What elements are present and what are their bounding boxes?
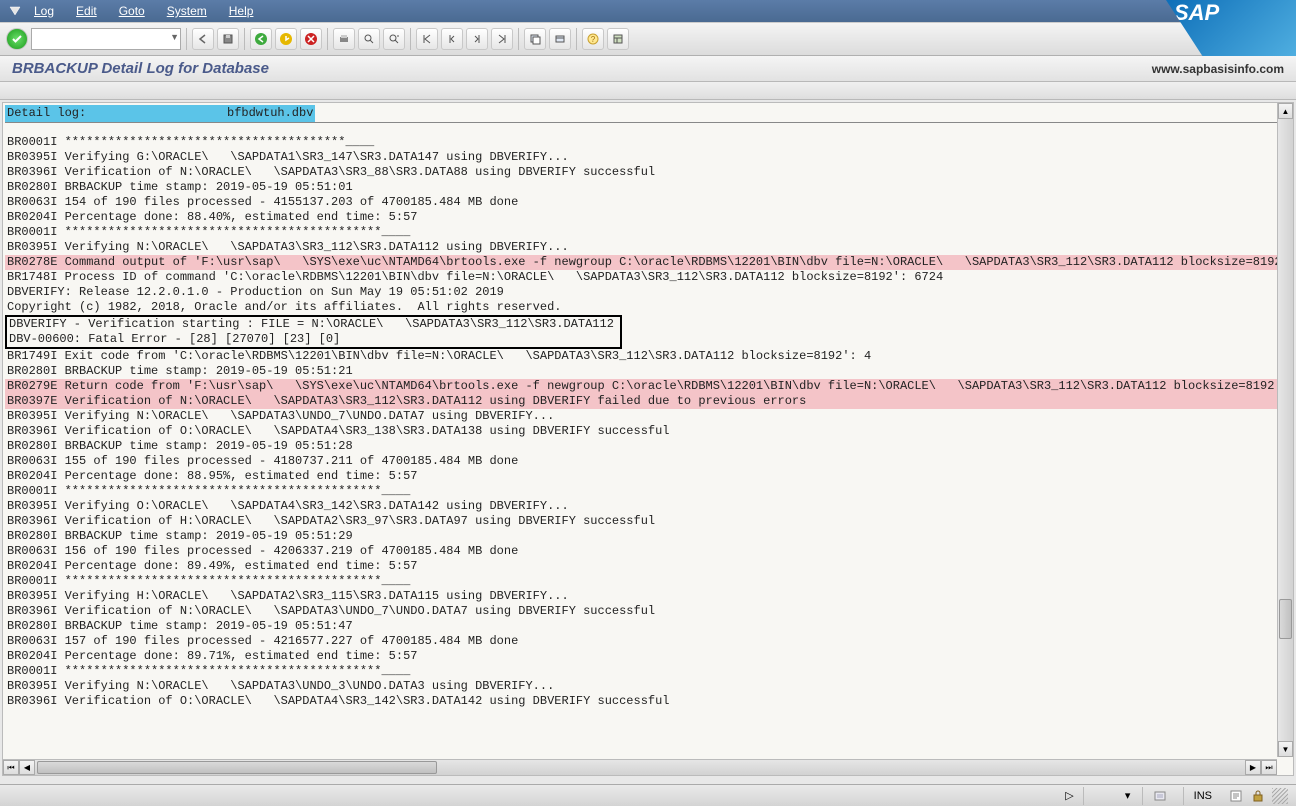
- menu-edit[interactable]: Edit: [66, 2, 107, 20]
- cancel-button[interactable]: [300, 28, 322, 50]
- app-menu-icon[interactable]: [8, 4, 22, 18]
- title-bar: BRBACKUP Detail Log for Database www.sap…: [0, 56, 1296, 82]
- log-line: BR0001I ********************************…: [5, 484, 1277, 499]
- message-dropdown-icon[interactable]: ▷: [1061, 788, 1077, 804]
- log-line: DBV-00600: Fatal Error - [28] [27070] [2…: [7, 332, 616, 347]
- scroll-thumb-h[interactable]: [37, 761, 437, 774]
- log-line: BR0001I ********************************…: [5, 664, 1277, 679]
- scroll-right-icon[interactable]: ▶: [1245, 760, 1261, 775]
- log-line: BR0395I Verifying O:\ORACLE\ \SAPDATA4\S…: [5, 499, 1277, 514]
- status-system: [1083, 787, 1113, 805]
- scroll-left-icon[interactable]: ◀: [19, 760, 35, 775]
- log-line: BR0395I Verifying G:\ORACLE\ \SAPDATA1\S…: [5, 150, 1277, 165]
- back-button[interactable]: [192, 28, 214, 50]
- insert-mode: INS: [1183, 787, 1222, 805]
- layout-button[interactable]: [607, 28, 629, 50]
- log-line: BR0395I Verifying H:\ORACLE\ \SAPDATA2\S…: [5, 589, 1277, 604]
- resize-grip[interactable]: [1272, 788, 1288, 804]
- log-line: BR0280I BRBACKUP time stamp: 2019-05-19 …: [5, 180, 1277, 195]
- new-session-button[interactable]: [524, 28, 546, 50]
- log-header: Detail log: bfbdwtuh.dbv: [5, 105, 1277, 123]
- log-line: BR0204I Percentage done: 89.49%, estimat…: [5, 559, 1277, 574]
- menu-log[interactable]: Log: [24, 2, 64, 20]
- last-page-button[interactable]: [491, 28, 513, 50]
- system-dropdown-icon[interactable]: ▾: [1120, 788, 1136, 804]
- print-button[interactable]: [333, 28, 355, 50]
- log-line: BR0397E Verification of N:\ORACLE\ \SAPD…: [5, 394, 1277, 409]
- log-line: BR0063I 156 of 190 files processed - 420…: [5, 544, 1277, 559]
- command-field-wrap: ▼: [31, 28, 181, 50]
- command-field[interactable]: [31, 28, 181, 50]
- log-line: DBVERIFY: Release 12.2.0.1.0 - Productio…: [5, 285, 1277, 300]
- log-line: BR0001I ********************************…: [5, 574, 1277, 589]
- shortcut-button[interactable]: [549, 28, 571, 50]
- script-icon[interactable]: [1228, 788, 1244, 804]
- log-line: BR0396I Verification of N:\ORACLE\ \SAPD…: [5, 165, 1277, 180]
- log-line: BR0204I Percentage done: 88.95%, estimat…: [5, 469, 1277, 484]
- log-line: BR1748I Process ID of command 'C:\oracle…: [5, 270, 1277, 285]
- log-container: Detail log: bfbdwtuh.dbv BR0001I *******…: [5, 105, 1277, 757]
- enter-button[interactable]: [6, 28, 28, 50]
- log-line: BR0001I ********************************…: [5, 225, 1277, 240]
- standard-toolbar: ▼ ?: [0, 22, 1296, 56]
- page-title: BRBACKUP Detail Log for Database: [12, 60, 269, 77]
- log-line: BR1749I Exit code from 'C:\oracle\RDBMS\…: [5, 349, 1277, 364]
- detail-log-filename: bfbdwtuh.dbv: [225, 105, 315, 122]
- horizontal-scrollbar[interactable]: ⏮ ◀ ▶ ⏭: [3, 759, 1277, 775]
- log-line: BR0278E Command output of 'F:\usr\sap\ \…: [5, 255, 1277, 270]
- log-line: BR0063I 154 of 190 files processed - 415…: [5, 195, 1277, 210]
- app-toolbar: [0, 82, 1296, 100]
- next-page-button[interactable]: [466, 28, 488, 50]
- save-button[interactable]: [217, 28, 239, 50]
- prev-page-button[interactable]: [441, 28, 463, 50]
- find-button[interactable]: [358, 28, 380, 50]
- log-line: BR0280I BRBACKUP time stamp: 2019-05-19 …: [5, 364, 1277, 379]
- status-bar: ▷ ▾ INS: [0, 784, 1296, 806]
- watermark-text: www.sapbasisinfo.com: [1152, 62, 1284, 76]
- log-line: DBVERIFY - Verification starting : FILE …: [7, 317, 616, 332]
- log-line: BR0395I Verifying N:\ORACLE\ \SAPDATA3\S…: [5, 240, 1277, 255]
- lock-icon: [1250, 788, 1266, 804]
- detail-log-label: Detail log:: [5, 105, 225, 122]
- log-line: BR0279E Return code from 'F:\usr\sap\ \S…: [5, 379, 1277, 394]
- menu-system[interactable]: System: [157, 2, 217, 20]
- log-line: BR0204I Percentage done: 88.40%, estimat…: [5, 210, 1277, 225]
- scroll-right-last-icon[interactable]: ⏭: [1261, 760, 1277, 775]
- exit-button[interactable]: [275, 28, 297, 50]
- log-line: BR0063I 157 of 190 files processed - 421…: [5, 634, 1277, 649]
- log-line: BR0395I Verifying N:\ORACLE\ \SAPDATA3\U…: [5, 679, 1277, 694]
- scroll-track[interactable]: [1278, 119, 1293, 741]
- back-green-button[interactable]: [250, 28, 272, 50]
- scroll-up-icon[interactable]: ▲: [1278, 103, 1293, 119]
- scroll-thumb[interactable]: [1279, 599, 1292, 639]
- scroll-left-first-icon[interactable]: ⏮: [3, 760, 19, 775]
- scroll-track-h[interactable]: [35, 760, 1245, 775]
- log-line: Copyright (c) 1982, 2018, Oracle and/or …: [5, 300, 1277, 315]
- vertical-scrollbar[interactable]: ▲ ▼: [1277, 103, 1293, 757]
- log-line: BR0280I BRBACKUP time stamp: 2019-05-19 …: [5, 619, 1277, 634]
- log-line: BR0396I Verification of O:\ORACLE\ \SAPD…: [5, 694, 1277, 709]
- menu-help[interactable]: Help: [219, 2, 264, 20]
- scroll-down-icon[interactable]: ▼: [1278, 741, 1293, 757]
- first-page-button[interactable]: [416, 28, 438, 50]
- log-line: BR0280I BRBACKUP time stamp: 2019-05-19 …: [5, 439, 1277, 454]
- help-button[interactable]: ?: [582, 28, 604, 50]
- find-next-button[interactable]: [383, 28, 405, 50]
- log-line: BR0396I Verification of N:\ORACLE\ \SAPD…: [5, 604, 1277, 619]
- content-area: Detail log: bfbdwtuh.dbv BR0001I *******…: [2, 102, 1294, 776]
- log-line: BR0001I ********************************…: [5, 135, 1277, 150]
- menu-goto[interactable]: Goto: [109, 2, 155, 20]
- log-line: BR0396I Verification of O:\ORACLE\ \SAPD…: [5, 424, 1277, 439]
- menubar: Log Edit Goto System Help: [0, 0, 1296, 22]
- status-client: [1142, 787, 1177, 805]
- svg-text:?: ?: [591, 35, 596, 44]
- log-line: BR0063I 155 of 190 files processed - 418…: [5, 454, 1277, 469]
- log-line: BR0395I Verifying N:\ORACLE\ \SAPDATA3\U…: [5, 409, 1277, 424]
- fatal-error-box: DBVERIFY - Verification starting : FILE …: [5, 315, 622, 349]
- log-line: BR0204I Percentage done: 89.71%, estimat…: [5, 649, 1277, 664]
- log-line: BR0396I Verification of H:\ORACLE\ \SAPD…: [5, 514, 1277, 529]
- log-line: BR0280I BRBACKUP time stamp: 2019-05-19 …: [5, 529, 1277, 544]
